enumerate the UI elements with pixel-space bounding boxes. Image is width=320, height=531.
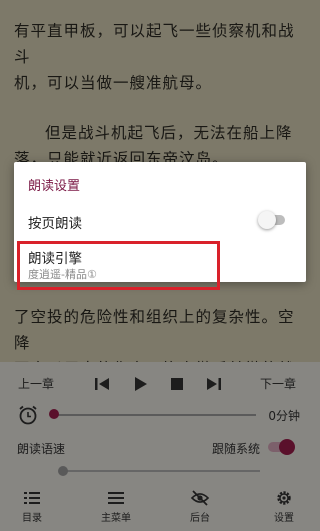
- bottom-tab-bar: 目录 主菜单 后台 设置: [0, 485, 320, 531]
- tab-settings[interactable]: 设置: [252, 485, 316, 531]
- timer-slider-thumb[interactable]: [49, 409, 59, 419]
- skip-next-icon[interactable]: [204, 374, 224, 394]
- tab-background[interactable]: 后台: [168, 485, 232, 531]
- prev-chapter-button[interactable]: 上一章: [18, 375, 54, 392]
- menu-icon: [106, 489, 126, 507]
- play-icon[interactable]: [130, 374, 150, 394]
- read-aloud-panel: 上一章 下一章 0分钟 朗读语速 跟随系统 目录 主菜单 后台 设置: [0, 362, 320, 531]
- tab-toc[interactable]: 目录: [0, 485, 64, 531]
- tab-settings-label: 设置: [274, 513, 294, 524]
- stop-icon[interactable]: [167, 374, 187, 394]
- chapter-controls: 上一章 下一章: [0, 368, 320, 398]
- speed-slider-thumb[interactable]: [58, 466, 68, 476]
- tab-main-menu[interactable]: 主菜单: [84, 485, 148, 531]
- read-aloud-settings-dialog: 朗读设置 按页朗读 朗读引擎 度逍遥-精品①: [14, 162, 306, 290]
- timer-slider-track[interactable]: [52, 414, 256, 416]
- tab-background-label: 后台: [190, 513, 210, 524]
- reader-line: 但是战斗机起飞后，无法在船上降: [45, 124, 293, 142]
- follow-system-toggle[interactable]: [266, 439, 295, 455]
- eye-off-icon: [190, 489, 210, 507]
- follow-system-label: 跟随系统: [211, 442, 260, 456]
- toc-icon: [22, 489, 42, 507]
- next-chapter-button[interactable]: 下一章: [260, 375, 296, 392]
- speed-label: 朗读语速: [17, 442, 66, 456]
- reader-line: 机，可以当做一艘准航母。: [14, 74, 213, 92]
- skip-previous-icon[interactable]: [92, 374, 112, 394]
- alarm-icon: [17, 404, 39, 426]
- dialog-title: 朗读设置: [28, 179, 81, 194]
- reader-line: 有平直甲板，可以起飞一些侦察机和战斗: [14, 22, 295, 66]
- speed-slider-track[interactable]: [60, 470, 260, 472]
- tab-main-menu-label: 主菜单: [101, 513, 131, 524]
- reader-line: [14, 0, 306, 18]
- page-turn-read-label: 按页朗读: [28, 216, 82, 232]
- gear-icon: [274, 489, 294, 507]
- page-turn-read-option[interactable]: 按页朗读: [14, 202, 306, 238]
- timer-row: 0分钟: [0, 402, 320, 428]
- speed-row: 朗读语速 跟随系统: [0, 436, 320, 462]
- reader-line: 了空投的危险性和组织上的复杂性。空降: [14, 308, 295, 352]
- tab-toc-label: 目录: [22, 513, 42, 524]
- page-turn-read-switch[interactable]: [258, 211, 286, 229]
- timer-value: 0分钟: [268, 409, 300, 423]
- highlight-box: [17, 241, 220, 290]
